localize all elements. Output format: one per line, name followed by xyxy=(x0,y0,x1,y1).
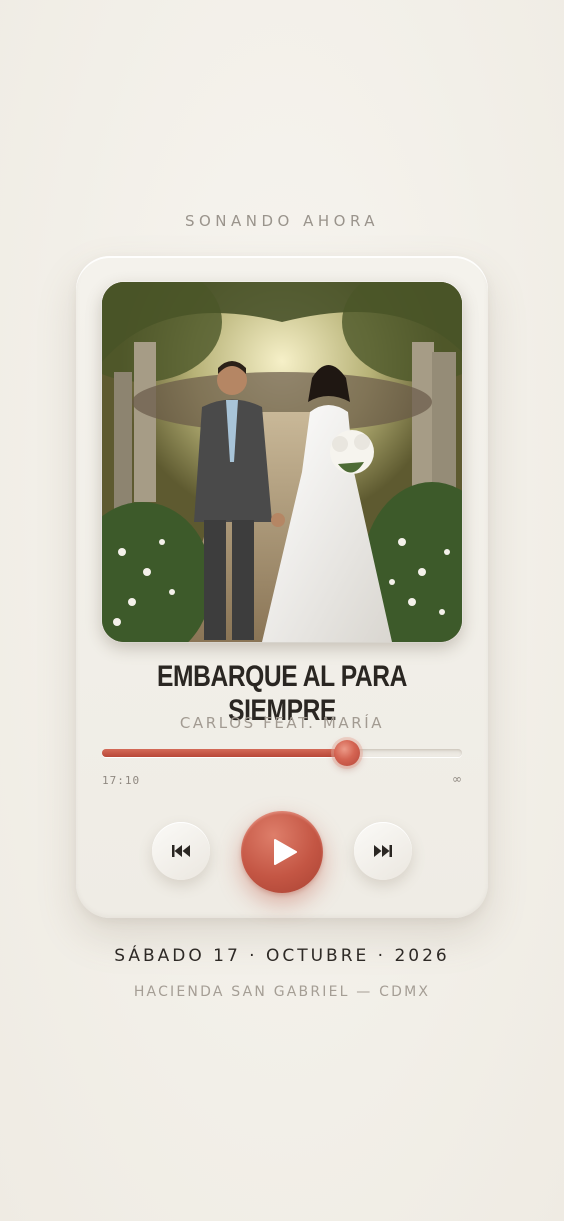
next-button[interactable] xyxy=(354,822,412,880)
progress-thumb[interactable] xyxy=(333,740,360,766)
music-player-card: EMBARQUE AL PARA SIEMPRE CARLOS FEAT. MA… xyxy=(76,256,488,918)
event-date: SÁBADO 17 · OCTUBRE · 2026 xyxy=(114,946,450,966)
now-playing-label: SONANDO AHORA xyxy=(184,212,380,230)
progress-bar[interactable] xyxy=(102,740,462,766)
skip-previous-icon xyxy=(172,845,190,857)
wedding-couple-photo-icon xyxy=(102,282,462,642)
total-time: ∞ xyxy=(452,772,462,786)
elapsed-time: 17:10 xyxy=(102,774,141,787)
play-icon xyxy=(273,839,297,865)
artist-name: CARLOS FEAT. MARÍA xyxy=(179,714,385,732)
skip-next-icon xyxy=(374,845,392,857)
page: SONANDO AHORA EMBARQUE AL PARA SIEMPRE C… xyxy=(0,0,564,1221)
play-button[interactable] xyxy=(241,811,323,893)
event-venue: HACIENDA SAN GABRIEL — CDMX xyxy=(133,984,431,1000)
previous-button[interactable] xyxy=(152,822,210,880)
progress-fill xyxy=(102,749,347,757)
album-artwork xyxy=(102,282,462,642)
